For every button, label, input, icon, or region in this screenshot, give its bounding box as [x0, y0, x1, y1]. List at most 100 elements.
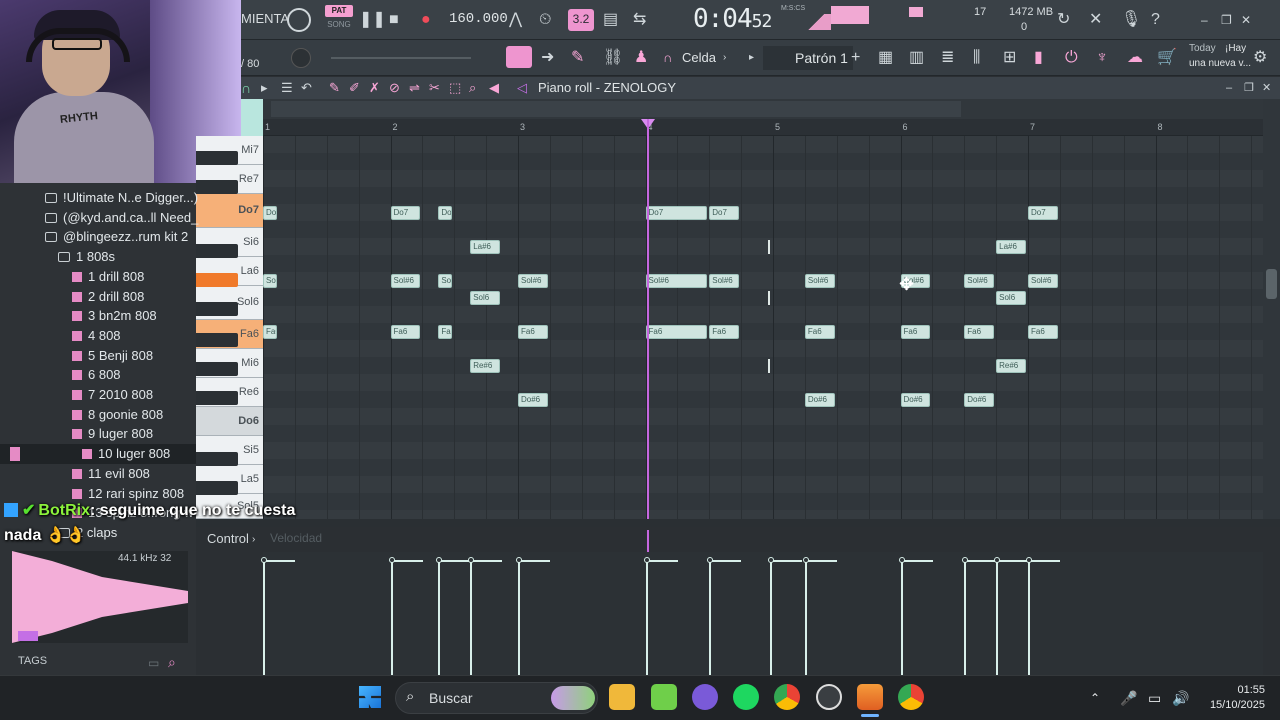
- browser-file[interactable]: 10 luger 808: [0, 444, 196, 465]
- note[interactable]: Fa6: [645, 325, 708, 339]
- note[interactable]: Do#6: [964, 393, 995, 407]
- browser-file[interactable]: 2 drill 808: [0, 287, 196, 307]
- pitch-knob-icon[interactable]: [291, 48, 311, 68]
- velocity-stem[interactable]: [1028, 562, 1030, 675]
- browser-file[interactable]: 5 Benji 808: [0, 346, 196, 366]
- note[interactable]: Do7: [1028, 206, 1058, 220]
- black-key[interactable]: [196, 273, 238, 287]
- black-key[interactable]: [196, 244, 238, 258]
- note[interactable]: Fa6: [438, 325, 453, 339]
- velocity-stem[interactable]: [438, 562, 441, 675]
- velocity-handle[interactable]: [802, 557, 809, 563]
- slice-tool-icon[interactable]: ✂: [429, 78, 440, 98]
- undo-icon[interactable]: ↶: [301, 78, 312, 98]
- velocity-handle[interactable]: [516, 557, 522, 563]
- help-icon[interactable]: ?: [1151, 10, 1160, 30]
- note[interactable]: Sol#6: [390, 274, 421, 288]
- stop-icon[interactable]: ■: [389, 10, 399, 30]
- android-app-icon[interactable]: [651, 684, 677, 710]
- browser-file[interactable]: 11 evil 808: [0, 464, 196, 484]
- note[interactable]: Sol#6: [263, 274, 277, 288]
- record-icon[interactable]: ●: [421, 10, 431, 30]
- chrome-icon[interactable]: [774, 684, 800, 710]
- velocity-stem[interactable]: [645, 562, 648, 675]
- piano-roll-icon[interactable]: ≣: [941, 48, 954, 68]
- shop-icon[interactable]: 🛒: [1157, 48, 1177, 68]
- browser-file[interactable]: 3 bn2m 808: [0, 306, 196, 326]
- plug-icon[interactable]: ⏻: [1065, 48, 1078, 68]
- velocity-stem[interactable]: [263, 562, 265, 675]
- folder-icon[interactable]: ▭: [148, 653, 159, 673]
- velocity-stem[interactable]: [900, 562, 903, 675]
- time-ruler[interactable]: 12345678: [263, 119, 1263, 136]
- velocity-handle[interactable]: [707, 557, 714, 563]
- browser-file[interactable]: 6 808: [0, 365, 196, 385]
- stamp-icon[interactable]: ♟: [634, 48, 648, 68]
- speaker-tool-icon[interactable]: ◀: [489, 78, 499, 98]
- browser-file[interactable]: 9 luger 808: [0, 424, 196, 444]
- zoom-corner[interactable]: [241, 99, 263, 136]
- velocity-handle[interactable]: [436, 557, 443, 563]
- file-explorer-icon[interactable]: [609, 684, 635, 710]
- wait-input-icon[interactable]: ⏲: [539, 10, 551, 30]
- scroll-thumb[interactable]: [1266, 269, 1277, 299]
- restore-window-icon[interactable]: ❐: [1221, 10, 1232, 30]
- browser-folder[interactable]: (@kyd.and.ca..ll Need_: [0, 208, 198, 228]
- piano-key-do7[interactable]: Do7: [196, 194, 263, 228]
- maximize-piano-roll-icon[interactable]: ❐: [1244, 78, 1254, 98]
- note[interactable]: Fa6: [1028, 325, 1058, 339]
- note[interactable]: Sol#6: [438, 274, 453, 288]
- draw-tool-icon[interactable]: ✎: [329, 78, 340, 98]
- tags-label[interactable]: TAGS: [18, 655, 47, 667]
- note[interactable]: Sol6: [470, 291, 501, 305]
- news-headline[interactable]: ¡Hay: [1225, 43, 1246, 54]
- black-key[interactable]: [196, 180, 238, 194]
- vertical-scrollbar[interactable]: [1263, 99, 1280, 519]
- piano-roll-overview[interactable]: [241, 99, 1280, 119]
- snap-selector[interactable]: Celda: [682, 50, 716, 65]
- select-tool-icon[interactable]: ⬚: [449, 78, 461, 98]
- plugin-database-icon[interactable]: ▮: [1034, 48, 1043, 68]
- song-mode-button[interactable]: SONG: [325, 19, 353, 31]
- velocity-handle[interactable]: [643, 557, 650, 563]
- master-pitch-slider[interactable]: [331, 57, 471, 59]
- note[interactable]: Fa6: [709, 325, 740, 339]
- note[interactable]: Do7: [645, 206, 708, 220]
- loop-record-icon[interactable]: ⇆: [633, 10, 646, 30]
- note[interactable]: Do7: [263, 206, 277, 220]
- mixer-icon[interactable]: ⫼: [973, 48, 980, 68]
- velocity-stem[interactable]: [518, 562, 520, 675]
- note[interactable]: Re#6: [470, 359, 501, 373]
- black-key[interactable]: [196, 333, 238, 347]
- velocity-stem[interactable]: [804, 562, 807, 675]
- network-icon[interactable]: ▭: [1148, 688, 1161, 708]
- velocity-handle[interactable]: [468, 557, 475, 563]
- pencil-tool-icon[interactable]: ✎: [571, 48, 584, 68]
- note[interactable]: Do7: [438, 206, 453, 220]
- arrow-right-icon[interactable]: ➜: [541, 48, 554, 68]
- playlist-icon[interactable]: ▦: [878, 48, 893, 68]
- browser-file[interactable]: 1 drill 808: [0, 267, 196, 287]
- browser-tree-icon[interactable]: ⊞: [1003, 48, 1016, 68]
- velocity-stem[interactable]: [964, 562, 967, 675]
- note[interactable]: Do#6: [804, 393, 835, 407]
- volume-icon[interactable]: 🔊: [1172, 688, 1189, 708]
- magnet-icon[interactable]: ∩: [663, 48, 672, 68]
- play-icon[interactable]: ▸: [261, 78, 268, 98]
- note[interactable]: Sol#6: [804, 274, 835, 288]
- chrome-profile-icon[interactable]: [898, 684, 924, 710]
- browser-file[interactable]: 7 2010 808: [0, 385, 196, 405]
- note[interactable]: Fa6: [964, 325, 995, 339]
- black-key[interactable]: [196, 452, 238, 466]
- note[interactable]: Do#6: [900, 393, 931, 407]
- menu-label[interactable]: MIENTA: [241, 11, 289, 26]
- tempo-display[interactable]: 160.000: [449, 11, 508, 31]
- typing-keyboard-icon[interactable]: ▤: [603, 10, 618, 30]
- tray-overflow-icon[interactable]: ⌃: [1090, 688, 1100, 708]
- taskbar-search[interactable]: ⌕ Buscar: [395, 682, 598, 714]
- note[interactable]: Fa6: [263, 325, 277, 339]
- tools-icon[interactable]: ✕: [1089, 10, 1102, 30]
- add-pattern-icon[interactable]: +: [851, 48, 860, 68]
- snap-dropdown-icon[interactable]: ›: [723, 48, 726, 68]
- cloud-icon[interactable]: ☁: [1127, 48, 1143, 68]
